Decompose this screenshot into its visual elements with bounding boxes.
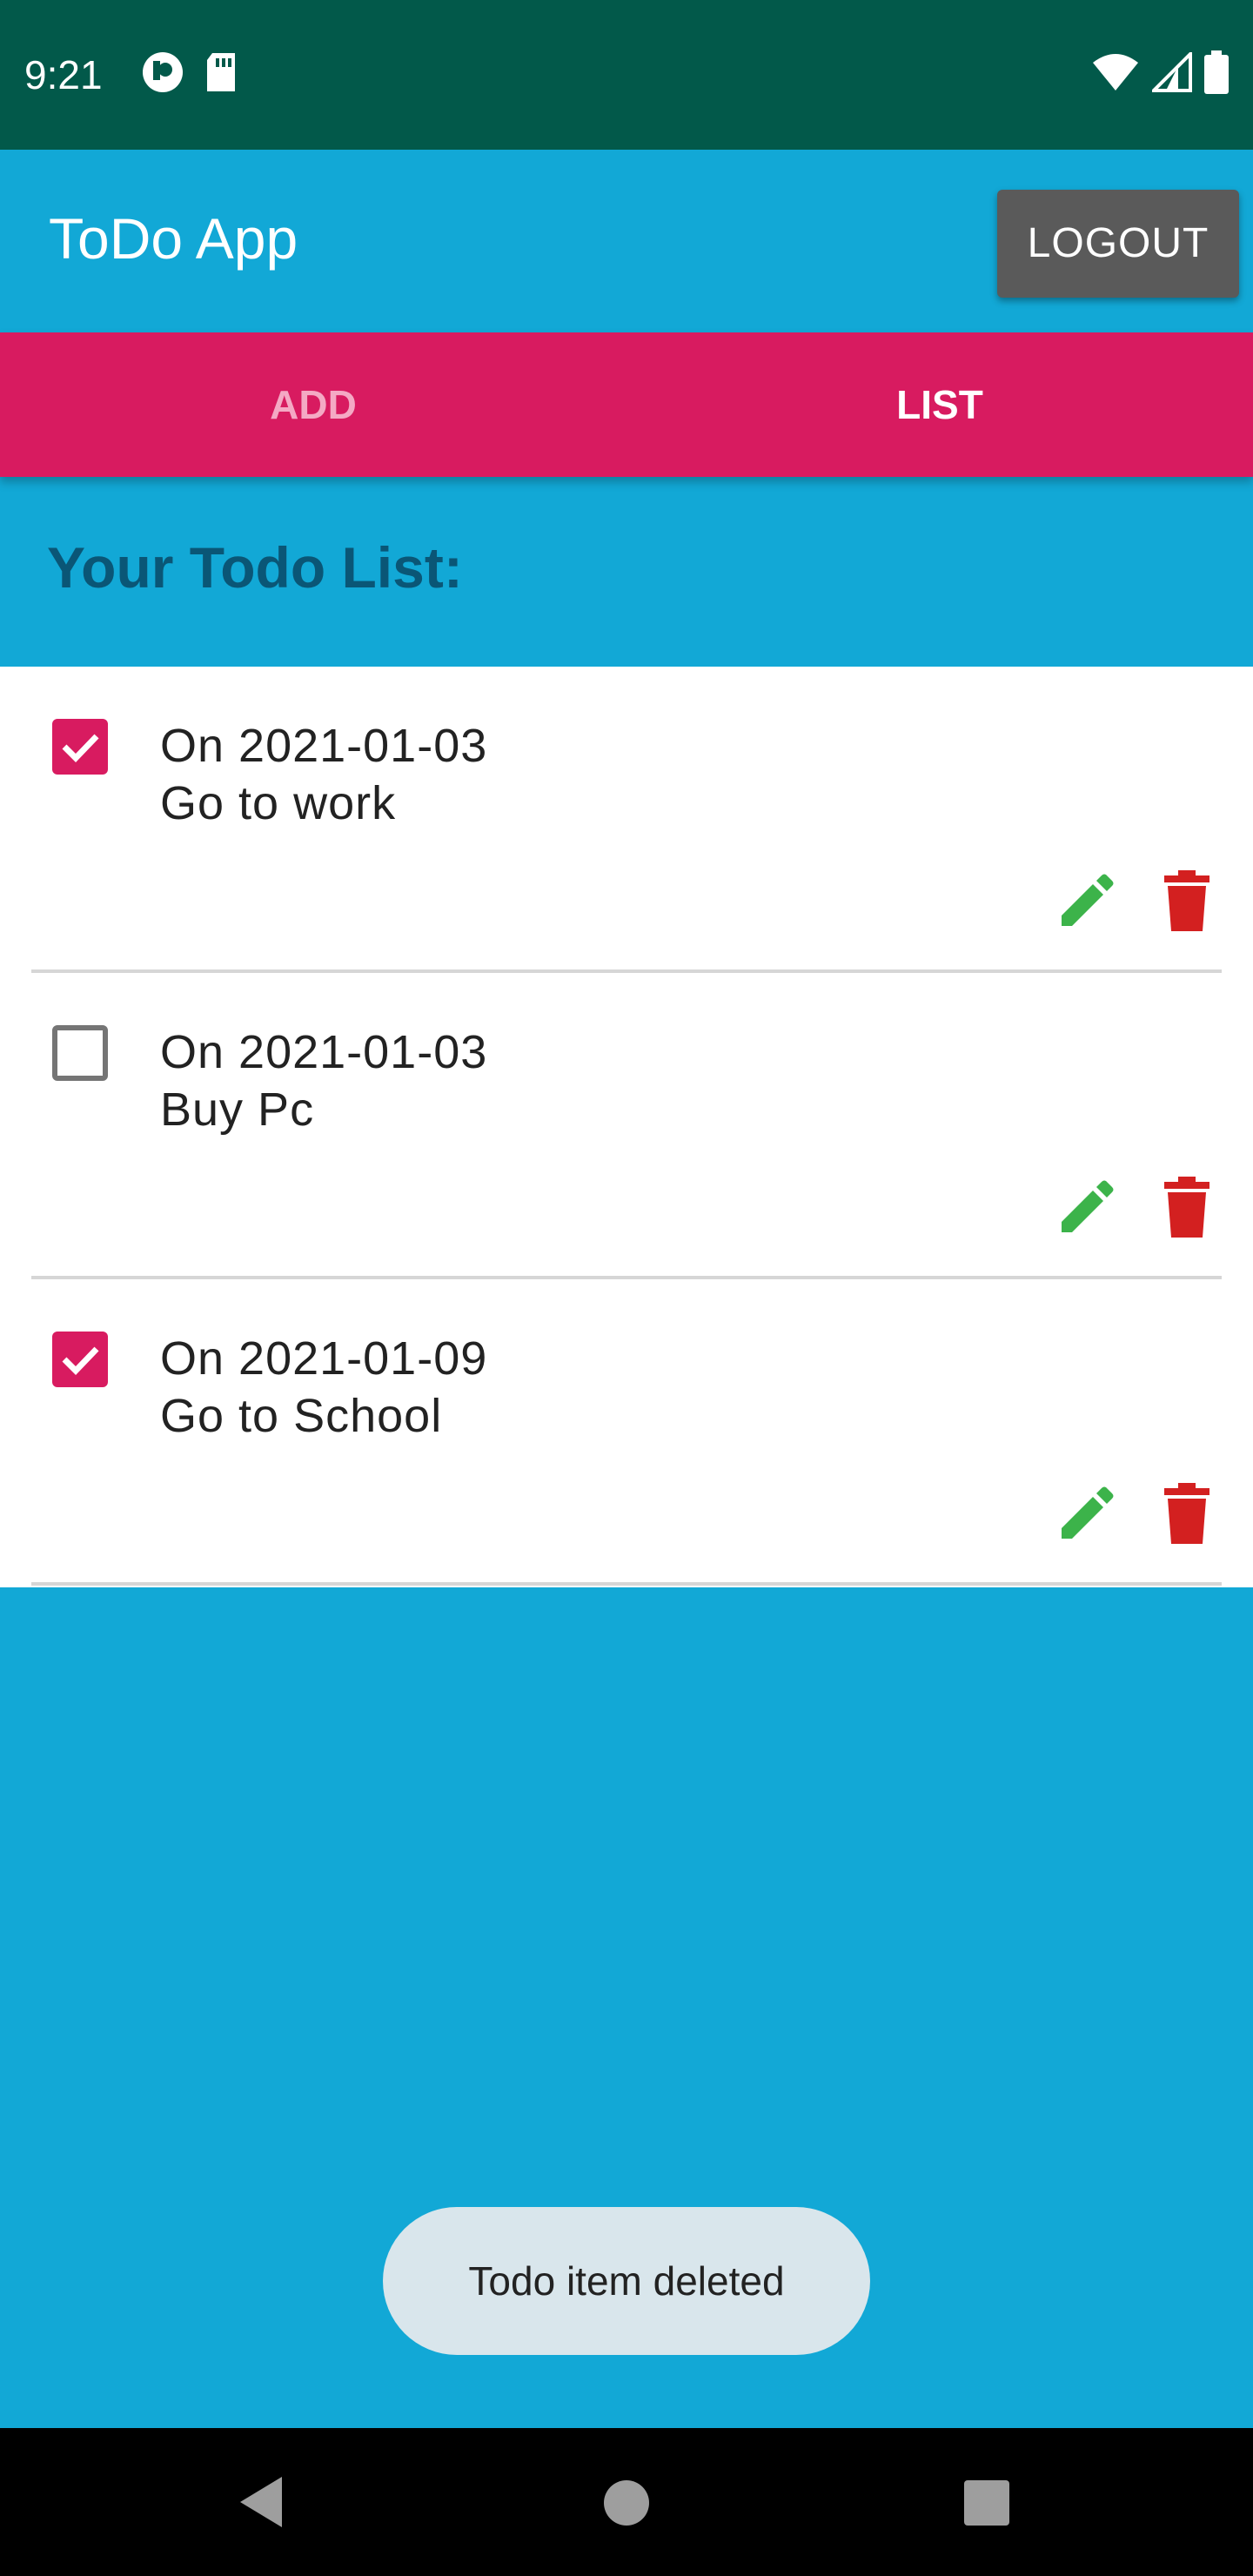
edit-icon[interactable] bbox=[1056, 1485, 1116, 1544]
delete-icon[interactable] bbox=[1163, 1483, 1211, 1544]
sd-card-icon bbox=[204, 51, 238, 97]
todo-item: On 2021-01-03 Buy Pc bbox=[0, 973, 1253, 1279]
cellular-signal-icon bbox=[1149, 50, 1192, 97]
tab-list[interactable]: LIST bbox=[626, 332, 1253, 477]
home-icon[interactable] bbox=[604, 2480, 649, 2526]
todo-list: On 2021-01-03 Go to work On 2021-01-03 B… bbox=[0, 667, 1253, 1587]
edit-icon[interactable] bbox=[1056, 872, 1116, 931]
todo-date: On 2021-01-03 bbox=[160, 1026, 488, 1078]
navigation-bar bbox=[0, 2428, 1253, 2576]
app-bar: ToDo App LOGOUT bbox=[0, 150, 1253, 332]
checkmark-icon bbox=[62, 734, 99, 763]
battery-icon bbox=[1204, 50, 1229, 98]
divider bbox=[31, 1582, 1222, 1586]
todo-item: On 2021-01-03 Go to work bbox=[0, 667, 1253, 973]
status-right-icons bbox=[1091, 50, 1229, 98]
status-time: 9:21 bbox=[24, 52, 103, 97]
status-bar: 9:21 bbox=[0, 0, 1253, 150]
todo-text: Go to work bbox=[160, 777, 397, 829]
todo-checkbox-checked[interactable] bbox=[52, 1332, 108, 1387]
checkmark-icon bbox=[62, 1346, 99, 1376]
list-header: Your Todo List: bbox=[0, 477, 1253, 667]
app-title: ToDo App bbox=[49, 206, 298, 271]
delete-icon[interactable] bbox=[1163, 870, 1211, 931]
tab-add[interactable]: ADD bbox=[0, 332, 626, 477]
status-left-icons bbox=[141, 50, 238, 98]
recents-icon[interactable] bbox=[964, 2480, 1009, 2526]
delete-icon[interactable] bbox=[1163, 1177, 1211, 1238]
todo-text: Buy Pc bbox=[160, 1083, 315, 1136]
toast-message: Todo item deleted bbox=[383, 2207, 870, 2355]
logout-button[interactable]: LOGOUT bbox=[997, 190, 1239, 298]
todo-checkbox-unchecked[interactable] bbox=[52, 1025, 108, 1081]
wifi-icon bbox=[1091, 52, 1140, 97]
tab-bar: ADD LIST bbox=[0, 332, 1253, 477]
todo-date: On 2021-01-03 bbox=[160, 720, 488, 772]
back-icon[interactable] bbox=[237, 2473, 285, 2535]
todo-checkbox-checked[interactable] bbox=[52, 719, 108, 775]
list-heading: Your Todo List: bbox=[47, 535, 463, 600]
todo-date: On 2021-01-09 bbox=[160, 1332, 488, 1385]
todo-item: On 2021-01-09 Go to School bbox=[0, 1279, 1253, 1586]
todo-text: Go to School bbox=[160, 1390, 443, 1442]
edit-icon[interactable] bbox=[1056, 1178, 1116, 1238]
app-notification-icon bbox=[141, 50, 184, 98]
